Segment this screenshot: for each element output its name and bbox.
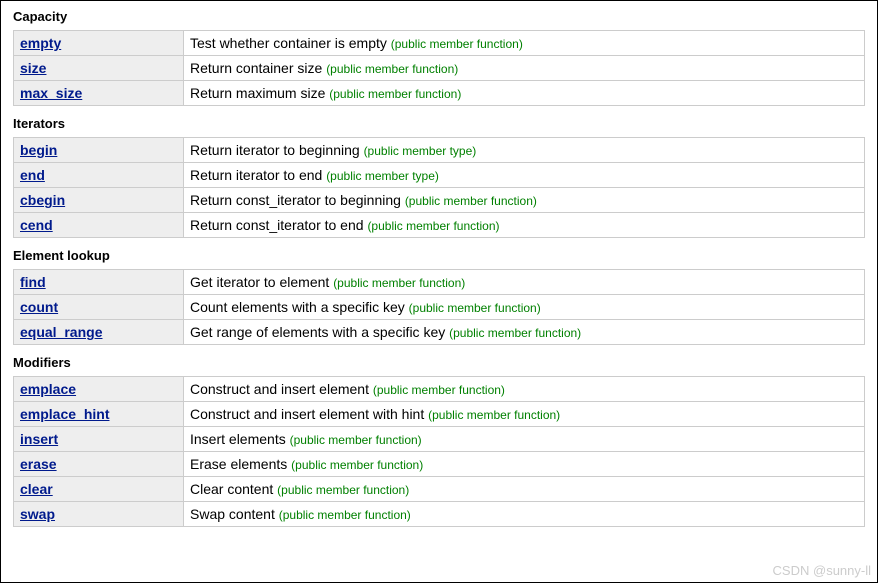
fn-link-erase[interactable]: erase bbox=[20, 456, 57, 472]
fn-tag: (public member type) bbox=[364, 144, 477, 158]
table-row: find Get iterator to element (public mem… bbox=[14, 270, 865, 295]
section-title-element-lookup: Element lookup bbox=[13, 248, 865, 263]
fn-desc: Get iterator to element bbox=[190, 274, 329, 290]
table-row: size Return container size (public membe… bbox=[14, 56, 865, 81]
fn-tag: (public member function) bbox=[391, 37, 523, 51]
fn-tag: (public member function) bbox=[409, 301, 541, 315]
fn-desc: Clear content bbox=[190, 481, 273, 497]
fn-desc: Erase elements bbox=[190, 456, 287, 472]
table-row: cend Return const_iterator to end (publi… bbox=[14, 213, 865, 238]
fn-desc: Return maximum size bbox=[190, 85, 325, 101]
fn-link-size[interactable]: size bbox=[20, 60, 46, 76]
fn-tag: (public member function) bbox=[329, 87, 461, 101]
fn-desc: Construct and insert element bbox=[190, 381, 369, 397]
fn-tag: (public member function) bbox=[290, 433, 422, 447]
fn-link-emplace[interactable]: emplace bbox=[20, 381, 76, 397]
table-row: insert Insert elements (public member fu… bbox=[14, 427, 865, 452]
fn-link-empty[interactable]: empty bbox=[20, 35, 61, 51]
fn-tag: (public member function) bbox=[291, 458, 423, 472]
fn-desc: Return iterator to end bbox=[190, 167, 322, 183]
fn-desc: Return const_iterator to end bbox=[190, 217, 364, 233]
reference-panel: Capacity empty Test whether container is… bbox=[0, 0, 878, 583]
fn-tag: (public member function) bbox=[405, 194, 537, 208]
fn-link-find[interactable]: find bbox=[20, 274, 46, 290]
fn-tag: (public member function) bbox=[326, 62, 458, 76]
table-row: erase Erase elements (public member func… bbox=[14, 452, 865, 477]
fn-tag: (public member function) bbox=[333, 276, 465, 290]
fn-link-begin[interactable]: begin bbox=[20, 142, 57, 158]
fn-desc: Get range of elements with a specific ke… bbox=[190, 324, 445, 340]
section-title-iterators: Iterators bbox=[13, 116, 865, 131]
fn-link-max-size[interactable]: max_size bbox=[20, 85, 82, 101]
table-row: begin Return iterator to beginning (publ… bbox=[14, 138, 865, 163]
table-row: count Count elements with a specific key… bbox=[14, 295, 865, 320]
modifiers-table: emplace Construct and insert element (pu… bbox=[13, 376, 865, 527]
table-row: emplace_hint Construct and insert elemen… bbox=[14, 402, 865, 427]
fn-desc: Return iterator to beginning bbox=[190, 142, 360, 158]
table-row: clear Clear content (public member funct… bbox=[14, 477, 865, 502]
table-row: max_size Return maximum size (public mem… bbox=[14, 81, 865, 106]
fn-link-swap[interactable]: swap bbox=[20, 506, 55, 522]
fn-desc: Return const_iterator to beginning bbox=[190, 192, 401, 208]
fn-link-insert[interactable]: insert bbox=[20, 431, 58, 447]
fn-tag: (public member function) bbox=[449, 326, 581, 340]
fn-desc: Swap content bbox=[190, 506, 275, 522]
section-title-modifiers: Modifiers bbox=[13, 355, 865, 370]
fn-link-emplace-hint[interactable]: emplace_hint bbox=[20, 406, 109, 422]
fn-link-equal-range[interactable]: equal_range bbox=[20, 324, 102, 340]
iterators-table: begin Return iterator to beginning (publ… bbox=[13, 137, 865, 238]
table-row: equal_range Get range of elements with a… bbox=[14, 320, 865, 345]
fn-desc: Construct and insert element with hint bbox=[190, 406, 424, 422]
fn-desc: Count elements with a specific key bbox=[190, 299, 405, 315]
fn-tag: (public member function) bbox=[279, 508, 411, 522]
table-row: cbegin Return const_iterator to beginnin… bbox=[14, 188, 865, 213]
fn-tag: (public member type) bbox=[326, 169, 439, 183]
section-title-capacity: Capacity bbox=[13, 9, 865, 24]
fn-tag: (public member function) bbox=[428, 408, 560, 422]
fn-desc: Insert elements bbox=[190, 431, 286, 447]
fn-tag: (public member function) bbox=[367, 219, 499, 233]
fn-link-clear[interactable]: clear bbox=[20, 481, 53, 497]
table-row: empty Test whether container is empty (p… bbox=[14, 31, 865, 56]
table-row: swap Swap content (public member functio… bbox=[14, 502, 865, 527]
fn-tag: (public member function) bbox=[277, 483, 409, 497]
fn-link-end[interactable]: end bbox=[20, 167, 45, 183]
fn-link-count[interactable]: count bbox=[20, 299, 58, 315]
fn-desc: Return container size bbox=[190, 60, 322, 76]
fn-tag: (public member function) bbox=[373, 383, 505, 397]
fn-desc: Test whether container is empty bbox=[190, 35, 387, 51]
capacity-table: empty Test whether container is empty (p… bbox=[13, 30, 865, 106]
table-row: end Return iterator to end (public membe… bbox=[14, 163, 865, 188]
watermark: CSDN @sunny-ll bbox=[773, 563, 871, 578]
fn-link-cend[interactable]: cend bbox=[20, 217, 53, 233]
lookup-table: find Get iterator to element (public mem… bbox=[13, 269, 865, 345]
fn-link-cbegin[interactable]: cbegin bbox=[20, 192, 65, 208]
table-row: emplace Construct and insert element (pu… bbox=[14, 377, 865, 402]
